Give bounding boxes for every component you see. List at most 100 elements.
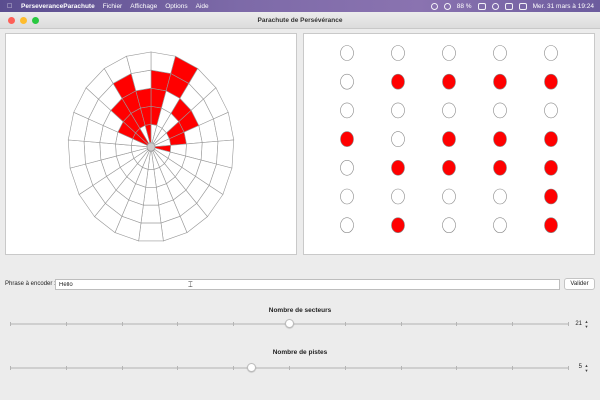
phrase-input[interactable] [55, 279, 560, 290]
bit-off [493, 217, 507, 233]
bit-on [442, 160, 456, 176]
bit-off [442, 217, 456, 233]
bit-on [442, 73, 456, 90]
sync-icon[interactable] [443, 2, 451, 10]
slider-tick [289, 366, 290, 370]
bit-off [391, 45, 405, 61]
slider-tick [456, 322, 458, 326]
bit-off [544, 45, 558, 61]
parachute-cell [67, 139, 86, 169]
slider-tick [65, 322, 67, 326]
bit-off [340, 45, 354, 61]
bit-on [544, 188, 558, 205]
apple-icon[interactable]:  [7, 3, 17, 10]
bit-off [340, 188, 354, 205]
slider-tick [121, 366, 123, 370]
slider-tick [512, 366, 514, 370]
sectors-slider[interactable] [10, 319, 569, 328]
menu-app-name[interactable]: PerseveranceParachute [21, 3, 95, 10]
parachute-hub [146, 142, 156, 152]
bit-off [340, 160, 354, 176]
menu-aide[interactable]: Aide [196, 3, 209, 10]
slider-tick [400, 366, 402, 370]
bit-off [340, 217, 354, 233]
phrase-row: Phrase à encoder : Valider [4, 278, 596, 291]
slider-tick [10, 366, 11, 370]
slider-tick [568, 322, 569, 326]
bit-off [493, 45, 507, 61]
slider-tick [121, 322, 123, 326]
bit-off [493, 188, 507, 205]
tracks-stepper[interactable]: ▲ ▼ [584, 363, 589, 373]
bit-on [493, 131, 507, 147]
bit-off [391, 131, 405, 147]
bit-on [544, 73, 558, 90]
wifi-icon[interactable] [491, 2, 499, 10]
bit-off [340, 73, 354, 90]
bit-on [442, 131, 456, 147]
bit-off [442, 45, 456, 61]
slider-tick [344, 322, 346, 326]
parachute-cell [83, 140, 102, 165]
bit-on [544, 131, 558, 147]
slider-tick [512, 322, 514, 326]
window-title: Parachute de Persévérance [257, 16, 343, 24]
phrase-label: Phrase à encoder : [5, 281, 56, 287]
menu-fichier[interactable]: Fichier [103, 3, 123, 10]
record-icon[interactable] [430, 2, 438, 10]
notification-icon[interactable] [518, 2, 527, 10]
tracks-label: Nombre de pistes [272, 349, 328, 356]
bits-grid [340, 45, 558, 233]
bit-off [493, 102, 507, 119]
slider-tick [177, 322, 179, 326]
parachute-cell [140, 204, 162, 224]
text-cursor-icon: ⌶ [188, 280, 193, 289]
slider-tick [400, 322, 402, 326]
menu-affichage[interactable]: Affichage [130, 3, 157, 10]
bit-on [391, 73, 405, 90]
parachute-cell [138, 222, 164, 242]
slider-tick [177, 366, 179, 370]
slider-tick [344, 366, 346, 370]
battery-label: 88 % [456, 2, 472, 10]
bit-on [493, 73, 507, 90]
bit-off [391, 188, 405, 205]
bit-off [442, 188, 456, 205]
bit-off [340, 102, 354, 119]
parachute-drawing [67, 51, 235, 242]
slider-tick [568, 366, 569, 370]
tracks-slider[interactable] [10, 363, 569, 372]
bit-on [391, 160, 405, 176]
bit-off [391, 102, 405, 119]
bit-on [340, 131, 354, 147]
bit-off [442, 102, 456, 119]
slider-tick [10, 322, 11, 326]
menu-bar:  PerseveranceParachute Fichier Affichag… [0, 0, 600, 12]
battery-icon[interactable] [477, 2, 486, 10]
bit-on [544, 217, 558, 233]
parachute-cell [216, 139, 235, 169]
sectors-label: Nombre de secteurs [268, 307, 332, 314]
parachute-cell [126, 51, 152, 74]
bits-panel [303, 33, 595, 255]
window-title-bar: Parachute de Persévérance [0, 12, 600, 29]
menu-options[interactable]: Options [165, 3, 187, 10]
clock[interactable]: Mer. 31 mars à 19:24 [533, 3, 594, 10]
parachute-panel [5, 33, 297, 255]
control-center-icon[interactable] [504, 2, 513, 10]
tracks-value: 5 [578, 364, 582, 370]
sectors-stepper[interactable]: ▲ ▼ [584, 319, 589, 329]
bit-on [391, 217, 405, 233]
slider-tick [456, 366, 458, 370]
bit-off [544, 102, 558, 119]
window-content: Phrase à encoder : Valider ⌶ Nombre de s… [0, 29, 600, 400]
validate-button[interactable]: Valider [564, 278, 595, 290]
bit-on [544, 160, 558, 176]
slider-thumb[interactable] [246, 363, 256, 372]
slider-tick [233, 322, 235, 326]
bit-on [493, 160, 507, 176]
slider-tick [233, 366, 235, 370]
slider-thumb[interactable] [285, 319, 294, 328]
slider-tick [65, 366, 67, 370]
sectors-value: 21 [575, 321, 582, 327]
